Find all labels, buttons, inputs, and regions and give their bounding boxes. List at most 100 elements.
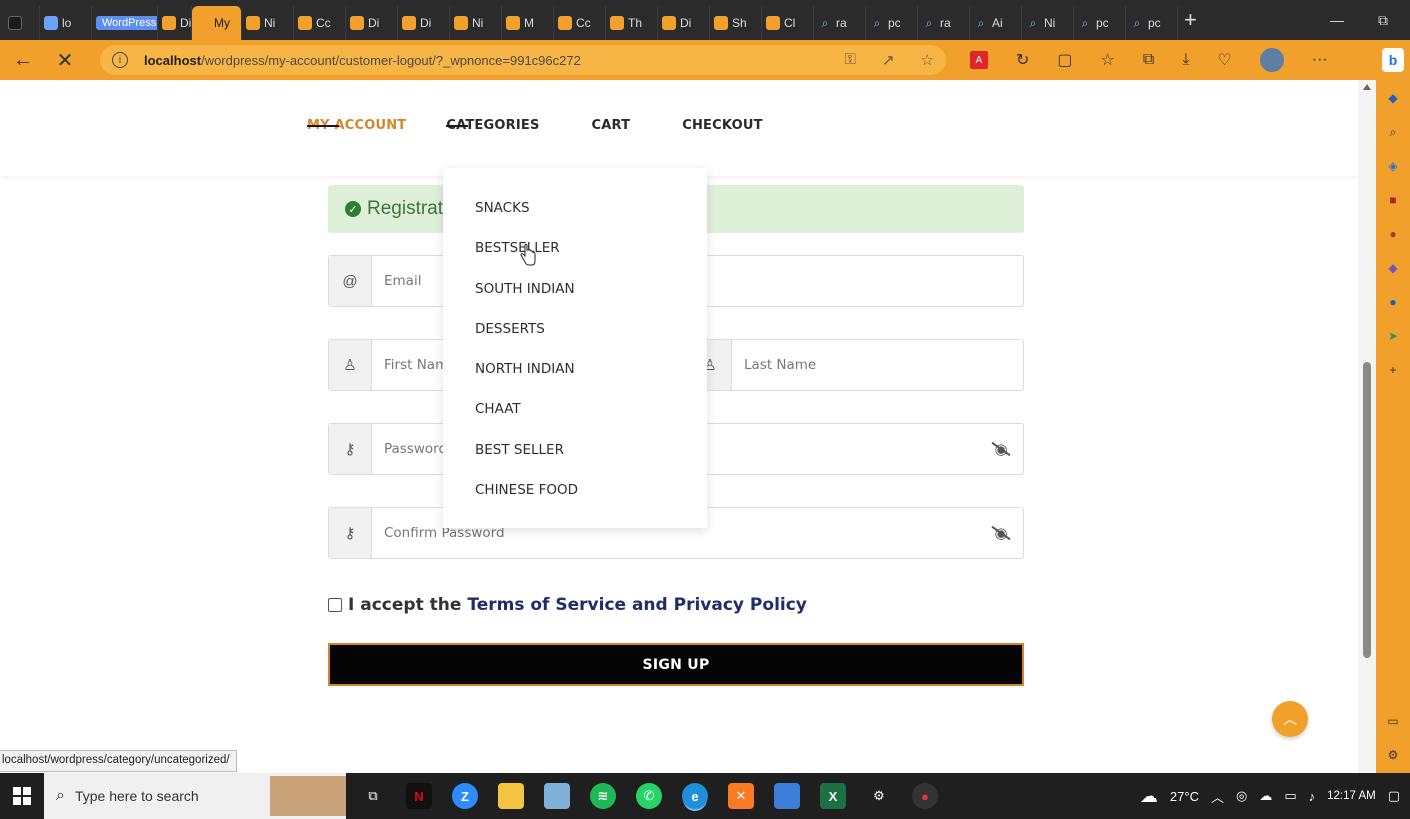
page-scrollbar[interactable] — [1358, 80, 1376, 773]
bing-copilot-icon[interactable]: b — [1382, 48, 1404, 72]
search-icon[interactable]: ⌕ — [1385, 124, 1401, 140]
key-icon[interactable]: ⚿ — [845, 51, 856, 69]
drop-icon[interactable]: ◆ — [1385, 260, 1401, 276]
browser-tab[interactable]: WordPress — [92, 6, 158, 40]
start-button[interactable] — [0, 773, 44, 819]
outlook-icon[interactable]: ● — [1385, 294, 1401, 310]
favorite-star-icon[interactable]: ☆ — [921, 51, 934, 69]
zoom-icon[interactable]: Z — [452, 783, 478, 809]
browser-tab[interactable]: ⌕ pc — [1074, 6, 1126, 40]
screen-recorder-icon[interactable]: ● — [912, 783, 938, 809]
terms-link[interactable]: Terms of Service and Privacy Policy — [467, 595, 807, 615]
address-bar[interactable]: i localhost/wordpress/my-account/custome… — [100, 45, 946, 75]
browser-tab[interactable]: Di — [398, 6, 450, 40]
downloads-icon[interactable]: ⤓ — [1182, 51, 1189, 69]
battery-icon[interactable]: ▭ — [1284, 788, 1296, 804]
browser-tab[interactable]: Th — [606, 6, 658, 40]
browser-tab[interactable]: ⌕ pc — [866, 6, 918, 40]
spotify-icon[interactable]: ≋ — [590, 783, 616, 809]
edge-browser-icon[interactable]: e — [682, 783, 708, 809]
settings-gear-icon[interactable]: ⚙ — [866, 783, 892, 809]
browser-tab[interactable]: Di — [158, 6, 192, 40]
browser-tab[interactable]: Di — [658, 6, 710, 40]
games-icon[interactable]: ■ — [1385, 192, 1401, 208]
notepad-icon[interactable] — [544, 783, 570, 809]
nav-checkout[interactable]: CHECKOUT — [682, 118, 762, 133]
photos-icon[interactable] — [774, 783, 800, 809]
browser-tab[interactable]: Di — [346, 6, 398, 40]
category-menu-item[interactable]: SOUTH INDIAN — [443, 281, 707, 321]
file-explorer-icon[interactable] — [498, 783, 524, 809]
scrollbar-thumb[interactable] — [1363, 362, 1371, 658]
refresh-extension-icon[interactable]: ↻ — [1016, 50, 1029, 70]
category-menu-item[interactable]: NORTH INDIAN — [443, 361, 707, 401]
category-menu-item[interactable]: BESTSELLER — [443, 240, 707, 280]
nav-cart[interactable]: CART — [592, 118, 631, 133]
favorites-icon[interactable]: ☆ — [1101, 50, 1115, 70]
category-menu-item[interactable]: DESSERTS — [443, 321, 707, 361]
browser-tab[interactable]: ⌕ Ni — [1022, 6, 1074, 40]
office-icon[interactable]: ● — [1385, 226, 1401, 242]
settings-gear-icon[interactable]: ⚙ — [1385, 747, 1401, 763]
profile-avatar[interactable] — [1259, 48, 1284, 72]
notifications-icon[interactable]: ▢ — [1388, 788, 1400, 804]
browser-tab[interactable]: ⌕ Ai — [970, 6, 1022, 40]
nav-my-account[interactable]: MY ACCOUNT — [307, 118, 406, 133]
scroll-to-top-button[interactable]: ︿ — [1272, 701, 1308, 737]
site-info-icon[interactable]: i — [112, 52, 128, 68]
browser-tab[interactable]: lo — [40, 6, 92, 40]
shopping-icon[interactable]: ◆ — [1385, 90, 1401, 106]
category-menu-item[interactable]: SNACKS — [443, 200, 707, 240]
last-name-field[interactable] — [732, 340, 1023, 390]
browser-tab[interactable]: ⌕ ra — [814, 6, 866, 40]
category-menu-item[interactable]: CHAAT — [443, 401, 707, 441]
tools-icon[interactable]: ◈ — [1385, 158, 1401, 174]
excel-icon[interactable]: X — [820, 783, 846, 809]
browser-tab[interactable]: Cc — [294, 6, 346, 40]
browser-tab[interactable]: M — [502, 6, 554, 40]
terms-checkbox[interactable] — [328, 598, 342, 612]
share-icon[interactable]: ↗ — [882, 51, 895, 69]
task-view-icon[interactable]: ⧉ — [360, 783, 386, 809]
sign-up-button[interactable]: SIGN UP — [328, 643, 1024, 686]
taskbar-search-box[interactable]: ⌕ Type here to search — [44, 773, 346, 819]
browser-tab[interactable] — [4, 6, 40, 40]
cloud-sync-icon[interactable]: ☁ — [1259, 788, 1272, 804]
browser-tab[interactable]: Cc — [554, 6, 606, 40]
category-menu-item[interactable]: CHINESE FOOD — [443, 482, 707, 522]
new-tab-button[interactable]: + — [1184, 7, 1197, 33]
browser-tab[interactable]: ⌕ ra — [918, 6, 970, 40]
weather-cloud-icon[interactable]: ☁ — [1140, 786, 1158, 807]
browser-tab[interactable]: Ni — [242, 6, 294, 40]
restore-icon[interactable]: ⧉ — [1378, 12, 1388, 29]
browser-tab[interactable]: Ni — [450, 6, 502, 40]
volume-icon[interactable]: ♪ — [1309, 789, 1316, 804]
nav-categories[interactable]: CATEGORIES — [446, 118, 539, 133]
category-menu-item[interactable]: BEST SELLER — [443, 442, 707, 482]
clock[interactable]: 12:17 AM — [1327, 789, 1376, 804]
minimize-icon[interactable]: — — [1330, 12, 1344, 29]
scroll-up-arrow-icon[interactable] — [1363, 84, 1371, 90]
eye-slash-icon[interactable]: ◉ — [979, 440, 1023, 458]
browser-tab-active[interactable]: My✕ — [192, 6, 242, 40]
network-icon[interactable]: ◎ — [1236, 788, 1247, 804]
browser-tab[interactable]: Sh — [710, 6, 762, 40]
collections-icon[interactable]: ⧉ — [1143, 51, 1154, 69]
more-menu-icon[interactable]: ··· — [1312, 51, 1328, 69]
xampp-icon[interactable]: ✕ — [728, 783, 754, 809]
send-icon[interactable]: ➤ — [1385, 328, 1401, 344]
stop-loading-button[interactable]: ✕ — [44, 48, 86, 73]
whatsapp-icon[interactable]: ✆ — [636, 783, 662, 809]
chevron-up-icon[interactable]: ︿ — [1211, 787, 1224, 806]
add-sidebar-icon[interactable]: + — [1385, 362, 1401, 378]
back-button[interactable]: ← — [2, 49, 44, 72]
browser-tab[interactable]: ⌕ pc — [1126, 6, 1178, 40]
sidebar-layout-icon[interactable]: ▭ — [1385, 713, 1401, 729]
browser-tab[interactable]: Cl — [762, 6, 814, 40]
weather-temperature[interactable]: 27°C — [1170, 789, 1199, 804]
pdf-extension-icon[interactable]: A — [970, 51, 988, 69]
eye-slash-icon[interactable]: ◉ — [979, 524, 1023, 542]
browser-essentials-icon[interactable]: ♡ — [1217, 50, 1231, 70]
netflix-icon[interactable]: N — [406, 783, 432, 809]
split-screen-icon[interactable]: ▢ — [1057, 50, 1072, 70]
